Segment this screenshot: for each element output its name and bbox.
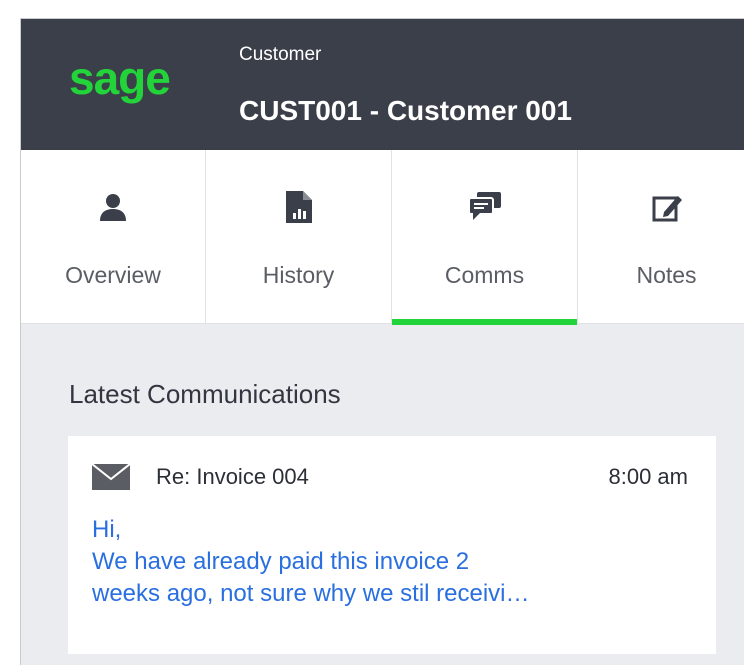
tab-comms-label: Comms: [444, 262, 525, 288]
message-subject: Re: Invoice 004: [156, 464, 309, 489]
page-title: CUST001 - Customer 001: [239, 95, 573, 126]
person-icon: [96, 190, 130, 224]
tab-notes[interactable]: Notes: [578, 150, 744, 324]
message-preview-line: We have already paid this invoice 2: [92, 548, 470, 575]
tab-history[interactable]: History: [206, 150, 392, 324]
sage-logo: sage: [69, 52, 171, 104]
message-preview: Hi, We have already paid this invoice 2 …: [92, 514, 692, 610]
active-tab-indicator: [392, 319, 577, 325]
page-header: sage Customer CUST001 - Customer 001: [21, 19, 744, 150]
tab-history-label: History: [262, 262, 335, 288]
report-chart-icon: [282, 190, 316, 224]
section-title: Latest Communications: [69, 379, 341, 409]
communication-card[interactable]: Re: Invoice 004 8:00 am Hi, We have alre…: [68, 436, 716, 654]
tab-bar: Overview History Comms Notes: [21, 150, 744, 325]
app-window: sage Customer CUST001 - Customer 001 Ove…: [20, 18, 744, 665]
tab-overview-label: Overview: [65, 262, 161, 288]
edit-note-icon: [650, 190, 684, 224]
message-preview-line: weeks ago, not sure why we stil receivi…: [92, 580, 530, 607]
tab-overview[interactable]: Overview: [21, 150, 206, 324]
message-time: 8:00 am: [608, 464, 689, 489]
tab-comms[interactable]: Comms: [392, 150, 578, 325]
message-preview-line: Hi,: [92, 516, 122, 543]
envelope-icon: [91, 463, 131, 490]
entity-type-label: Customer: [239, 44, 322, 65]
chat-bubbles-icon: [468, 190, 502, 224]
tab-notes-label: Notes: [636, 262, 697, 288]
app-frame: sage Customer CUST001 - Customer 001 Ove…: [0, 0, 744, 665]
